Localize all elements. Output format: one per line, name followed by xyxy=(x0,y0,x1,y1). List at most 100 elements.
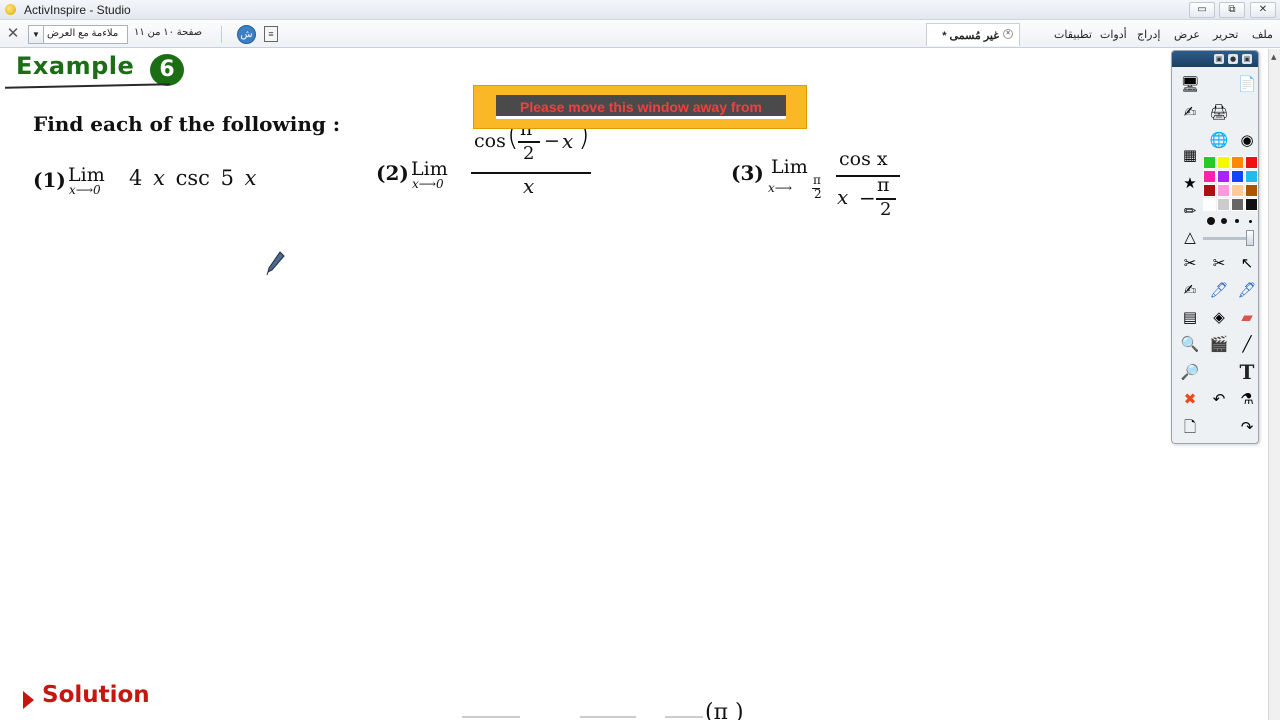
problem-2-minus: − xyxy=(544,130,560,152)
problem-3: (3) xyxy=(731,161,764,185)
toolbox-header[interactable]: ▣ ● ▣ xyxy=(1172,51,1258,67)
problem-1-var-b: x xyxy=(244,166,257,190)
vertical-scrollbar[interactable]: ▲ ▼ xyxy=(1268,49,1280,720)
dashboard-icon[interactable]: ش xyxy=(237,25,256,44)
eraser-icon[interactable]: ▰ xyxy=(1236,306,1258,328)
pen-size-dot[interactable] xyxy=(1249,220,1252,223)
problem-1-limit: Lim x⟶0 xyxy=(68,162,105,197)
tab-close-icon[interactable]: × xyxy=(1003,29,1013,39)
zoom-icon[interactable]: 🔍 xyxy=(1179,333,1201,355)
problem-3-den-pi: π xyxy=(877,174,890,196)
close-button[interactable]: ✕ xyxy=(1250,2,1276,18)
problem-2-number: (2) xyxy=(376,161,409,185)
clapper-icon[interactable]: 🎬 xyxy=(1208,333,1230,355)
triangle-icon[interactable]: △ xyxy=(1179,226,1201,248)
problem-2-cos: cos xyxy=(474,130,506,152)
menu-apps[interactable]: تطبيقات xyxy=(1054,28,1092,41)
toolbox-expand-icon[interactable]: ▣ xyxy=(1242,54,1252,64)
pen-tool-icon[interactable]: 🖋 xyxy=(1236,279,1258,301)
select-icon[interactable]: ↖ xyxy=(1236,252,1258,274)
page-indicator: صفحة ١٠ من ١١ xyxy=(134,27,203,38)
color-swatch[interactable] xyxy=(1217,170,1230,183)
toolbox-pin-icon[interactable]: ● xyxy=(1228,54,1238,64)
bottom-divider-2 xyxy=(580,716,636,718)
text-icon[interactable]: T xyxy=(1236,361,1258,383)
pen-width-slider[interactable] xyxy=(1246,230,1254,246)
color-swatch[interactable] xyxy=(1231,156,1244,169)
color-swatch[interactable] xyxy=(1203,198,1216,211)
flipchart-canvas[interactable] xyxy=(0,49,1268,720)
pen-size-dot[interactable] xyxy=(1207,217,1215,225)
color-swatch[interactable] xyxy=(1217,184,1230,197)
color-swatch[interactable] xyxy=(1203,184,1216,197)
redo-icon[interactable]: ↷ xyxy=(1236,416,1258,438)
line-icon[interactable]: ╱ xyxy=(1236,333,1258,355)
print-icon[interactable]: 🖨 xyxy=(1208,101,1230,123)
menu-view[interactable]: عرض xyxy=(1174,28,1200,41)
minimize-button[interactable]: ▭ xyxy=(1189,2,1215,18)
window-title: ActivInspire - Studio xyxy=(24,3,131,17)
problem-3-den-two: 2 xyxy=(880,199,892,220)
menu-edit[interactable]: تحرير xyxy=(1213,28,1238,41)
color-swatch[interactable] xyxy=(1245,198,1258,211)
layers-icon[interactable]: ▦ xyxy=(1179,144,1201,166)
marker-icon[interactable]: 🖊 xyxy=(1208,279,1230,301)
scissors-icon[interactable]: ✂ xyxy=(1179,252,1201,274)
teacher-icon[interactable]: 🖥 xyxy=(1179,73,1201,95)
undo-icon[interactable]: ↶ xyxy=(1208,388,1230,410)
pen-size-dot[interactable] xyxy=(1221,218,1227,224)
star-icon[interactable]: ★ xyxy=(1179,172,1201,194)
flipchart-icon[interactable]: 📄 xyxy=(1236,73,1258,95)
pen-icon[interactable]: ✍ xyxy=(1179,101,1201,123)
delete-icon[interactable]: ✖ xyxy=(1179,388,1201,410)
record-icon[interactable]: ◉ xyxy=(1236,129,1258,151)
problem-1-expression: 4 x csc 5 x xyxy=(129,166,257,190)
globe-icon[interactable]: 🌐 xyxy=(1208,129,1230,151)
example-number-badge: 6 xyxy=(150,54,184,86)
notice-banner[interactable]: Please move this window away from xyxy=(473,85,807,129)
draw-icon[interactable]: ✍ xyxy=(1179,279,1201,301)
color-swatch[interactable] xyxy=(1217,156,1230,169)
problem-1-coef-b: 5 xyxy=(220,166,234,190)
fit-width-select[interactable]: ▼ ملاءمة مع العرض xyxy=(28,25,128,44)
color-swatch[interactable] xyxy=(1203,170,1216,183)
scroll-up-icon[interactable]: ▲ xyxy=(1271,53,1276,61)
paint-icon[interactable]: ◈ xyxy=(1208,306,1230,328)
solution-arrow-icon xyxy=(23,691,34,709)
problem-3-numerator: cos x xyxy=(839,148,888,170)
document-tab[interactable]: غير مُسمى * × xyxy=(926,23,1020,46)
color-swatch[interactable] xyxy=(1231,184,1244,197)
pen-cursor-icon xyxy=(266,251,285,276)
problem-1-approach: x⟶0 xyxy=(69,183,101,197)
color-swatch[interactable] xyxy=(1245,156,1258,169)
fill-icon[interactable]: ▤ xyxy=(1179,306,1201,328)
highlighter-icon[interactable]: ✏ xyxy=(1179,200,1201,222)
chevron-down-icon[interactable]: ▼ xyxy=(29,26,44,43)
document-tab-label: غير مُسمى * xyxy=(942,30,999,42)
color-swatch[interactable] xyxy=(1203,156,1216,169)
toolbar-divider xyxy=(221,26,222,43)
menu-tools[interactable]: أدوات xyxy=(1100,28,1127,41)
problem-2-var: x xyxy=(562,129,574,153)
menu-insert[interactable]: إدراج xyxy=(1137,28,1160,41)
magnify-icon[interactable]: 🔎 xyxy=(1179,361,1201,383)
close-toolbar-icon[interactable]: ✕ xyxy=(5,26,21,42)
flask-icon[interactable]: ⚗ xyxy=(1236,388,1258,410)
restore-button[interactable]: ⧉ xyxy=(1219,2,1245,18)
problem-3-den-var: x xyxy=(837,185,849,209)
problem-2-denominator: x xyxy=(523,174,535,198)
color-swatch[interactable] xyxy=(1245,170,1258,183)
problem-3-approach-pi: π xyxy=(813,173,821,187)
color-swatch[interactable] xyxy=(1231,170,1244,183)
color-swatch[interactable] xyxy=(1231,198,1244,211)
toolbox-menu-icon[interactable]: ▣ xyxy=(1214,54,1224,64)
color-swatch[interactable] xyxy=(1217,198,1230,211)
menu-file[interactable]: ملف xyxy=(1252,28,1273,41)
tools-icon[interactable]: ✂ xyxy=(1208,252,1230,274)
problem-1-csc: csc xyxy=(175,166,210,190)
problem-3-approach-prefix: x⟶ xyxy=(768,181,792,195)
document-icon[interactable]: ≡ xyxy=(264,26,278,42)
pen-size-dot[interactable] xyxy=(1235,219,1239,223)
page-icon[interactable]: 🗋 xyxy=(1179,416,1201,438)
color-swatch[interactable] xyxy=(1245,184,1258,197)
